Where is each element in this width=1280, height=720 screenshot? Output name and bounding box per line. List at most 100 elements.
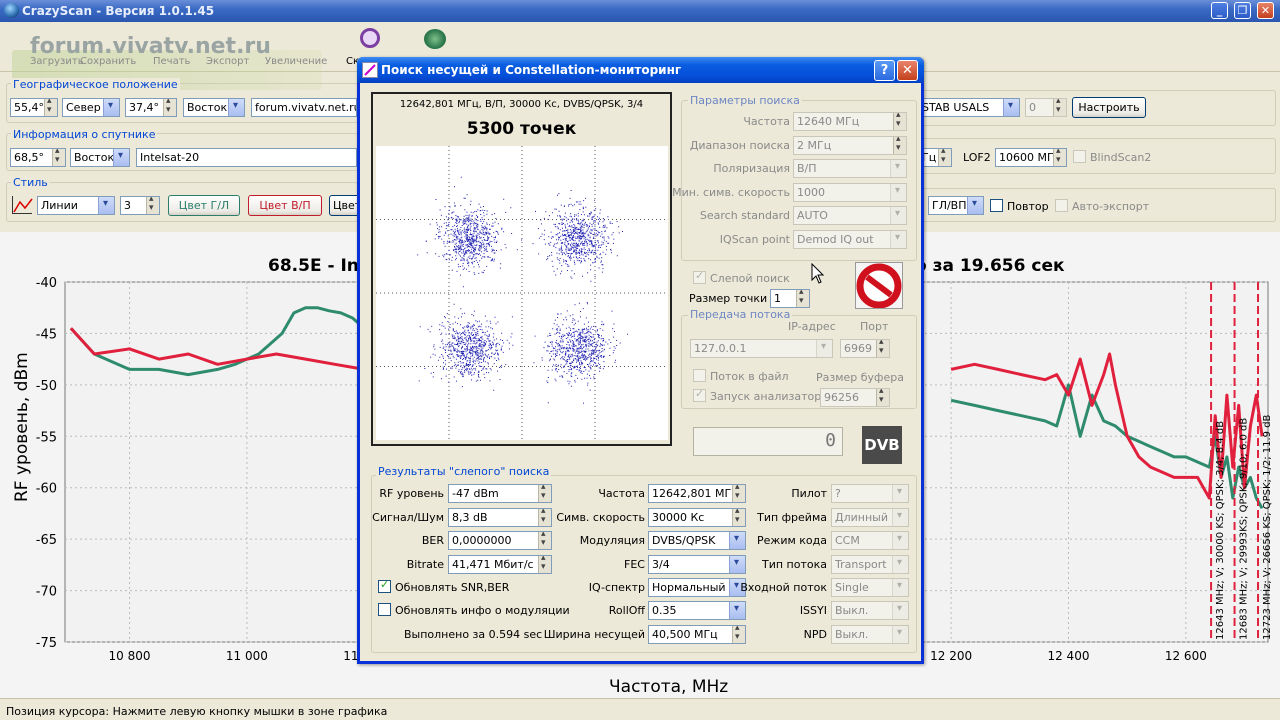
line-width-input[interactable]: 3 — [120, 196, 160, 215]
longitude-input[interactable]: 37,4° — [125, 98, 177, 117]
rf-value: -47 dBm — [452, 487, 499, 500]
spin-icon[interactable] — [44, 99, 57, 116]
chevron-down-icon[interactable] — [1003, 99, 1019, 116]
color-hl-button[interactable]: Цвет Г/Л — [168, 195, 240, 216]
spin-icon[interactable] — [876, 340, 889, 357]
site-input[interactable]: forum.vivatv.net.ru — [251, 98, 357, 117]
status-bar: Позиция курсора: Нажмите левую кнопку мы… — [0, 698, 1280, 720]
chevron-down-icon[interactable] — [892, 509, 908, 526]
chevron-down-icon[interactable] — [892, 602, 908, 619]
spin-icon[interactable] — [163, 99, 176, 116]
analyzer-checkbox[interactable] — [693, 387, 706, 402]
sat-pos-input[interactable]: 68,5° — [10, 148, 66, 167]
close-button[interactable]: ✕ — [1257, 2, 1274, 19]
npd-select[interactable]: Выкл. — [831, 625, 909, 644]
spin-icon[interactable] — [893, 113, 906, 130]
code-select[interactable]: CCM — [831, 531, 909, 550]
spin-icon[interactable] — [146, 197, 159, 214]
chevron-down-icon[interactable] — [892, 532, 908, 549]
chevron-down-icon[interactable] — [890, 184, 906, 201]
chevron-down-icon[interactable] — [890, 160, 906, 177]
input-select[interactable]: Single — [831, 578, 909, 597]
dot-size-input[interactable]: 1 — [770, 289, 810, 308]
maximize-button[interactable]: ❐ — [1234, 2, 1251, 19]
counter-value: 0 — [825, 430, 836, 451]
update-snr-checkbox[interactable] — [378, 578, 391, 593]
spin-icon[interactable] — [938, 149, 951, 166]
color-vp-button[interactable]: Цвет В/П — [248, 195, 322, 216]
input-value: Single — [835, 581, 869, 594]
chevron-down-icon[interactable] — [816, 340, 832, 357]
line-style-select[interactable]: Линии — [37, 196, 115, 215]
lof2-input[interactable]: 10600 МГц — [995, 148, 1067, 167]
chevron-down-icon[interactable] — [113, 149, 129, 166]
search-pol-select[interactable]: В/П — [793, 159, 907, 178]
spin-icon[interactable] — [876, 389, 889, 406]
spin-icon[interactable] — [52, 149, 65, 166]
res-bw-value: 40,500 МГц — [652, 628, 718, 641]
repeat-checkbox[interactable] — [990, 199, 1003, 212]
lon-dir-select[interactable]: Восток — [183, 98, 245, 117]
sat-dir-select[interactable]: Восток — [70, 148, 130, 167]
stype-select[interactable]: Transport — [831, 555, 909, 574]
freq-input[interactable]: 12640 МГц — [793, 112, 907, 131]
chevron-down-icon[interactable] — [103, 99, 119, 116]
chevron-down-icon[interactable] — [892, 579, 908, 596]
chevron-down-icon[interactable] — [892, 626, 908, 643]
zoom-button[interactable]: Увеличение — [265, 56, 327, 67]
res-fec-select[interactable]: 3/4 — [648, 555, 746, 574]
carrier-marker-label: 12723 MHz; V; 26656 KS; QPSK; 1/2; 11.9 … — [1262, 414, 1273, 640]
minsr-select[interactable]: 1000 — [793, 183, 907, 202]
lat-dir-value: Север — [66, 101, 101, 114]
std-select[interactable]: AUTO — [793, 206, 907, 225]
res-freq-field: 12642,801 МГц — [648, 484, 746, 503]
issyi-select[interactable]: Выкл. — [831, 601, 909, 620]
ip-select[interactable]: 127.0.0.1 — [690, 339, 833, 358]
lof1-value: Гц — [922, 151, 937, 164]
chevron-down-icon[interactable] — [228, 99, 244, 116]
buffer-label: Размер буфера — [816, 371, 904, 384]
to-file-checkbox[interactable] — [693, 369, 706, 382]
chevron-down-icon[interactable] — [890, 207, 906, 224]
pilot-select[interactable]: ? — [831, 484, 909, 503]
update-mod-checkbox[interactable] — [378, 603, 391, 616]
res-iqs-select[interactable]: Нормальный — [648, 578, 746, 597]
spin-icon[interactable] — [796, 290, 809, 307]
chevron-down-icon[interactable] — [892, 556, 908, 573]
dialog-close-button[interactable]: ✕ — [897, 60, 918, 81]
res-roll-select[interactable]: 0.35 — [648, 601, 746, 620]
analyzer-label: Запуск анализатора — [710, 390, 828, 403]
autoexport-checkbox[interactable] — [1055, 199, 1068, 212]
chevron-down-icon[interactable] — [890, 231, 906, 248]
satellite-icon[interactable] — [424, 29, 446, 49]
chevron-down-icon[interactable] — [967, 197, 983, 214]
magnifier-icon[interactable] — [360, 28, 380, 48]
range-input[interactable]: 2 МГц — [793, 136, 907, 155]
diseqc-num-input[interactable]: 0 — [1025, 98, 1067, 117]
constellation-dialog: Поиск несущей и Constellation-мониторинг… — [357, 57, 924, 664]
spin-icon[interactable] — [1053, 99, 1066, 116]
pol-select[interactable]: ГЛ/ВП — [928, 196, 984, 215]
res-mod-select[interactable]: DVBS/QPSK — [648, 531, 746, 550]
frame-select[interactable]: Длинный — [831, 508, 909, 527]
x-tick-label: 11 000 — [226, 649, 268, 663]
setup-button[interactable]: Настроить — [1072, 97, 1146, 118]
help-button[interactable]: ? — [874, 60, 895, 81]
latitude-input[interactable]: 55,4° — [10, 98, 58, 117]
diseqc-select[interactable]: STAB USALS — [918, 98, 1020, 117]
chevron-down-icon[interactable] — [892, 485, 908, 502]
spin-icon[interactable] — [893, 137, 906, 154]
stop-button[interactable] — [855, 262, 903, 309]
minimize-button[interactable]: _ — [1211, 2, 1228, 19]
spin-icon[interactable] — [1053, 149, 1066, 166]
lat-dir-select[interactable]: Север — [62, 98, 120, 117]
chevron-down-icon[interactable] — [98, 197, 114, 214]
update-snr-label: Обновлять SNR,BER — [395, 581, 510, 594]
constellation-plot — [376, 146, 668, 440]
iq-select[interactable]: Demod IQ out — [793, 230, 907, 249]
blindscan2-checkbox[interactable] — [1073, 150, 1086, 163]
buffer-input[interactable]: 96256 — [820, 388, 890, 407]
port-input[interactable]: 6969 — [840, 339, 890, 358]
sat-name-input[interactable]: Intelsat-20 — [136, 148, 357, 167]
blind-search-checkbox[interactable] — [693, 269, 706, 284]
